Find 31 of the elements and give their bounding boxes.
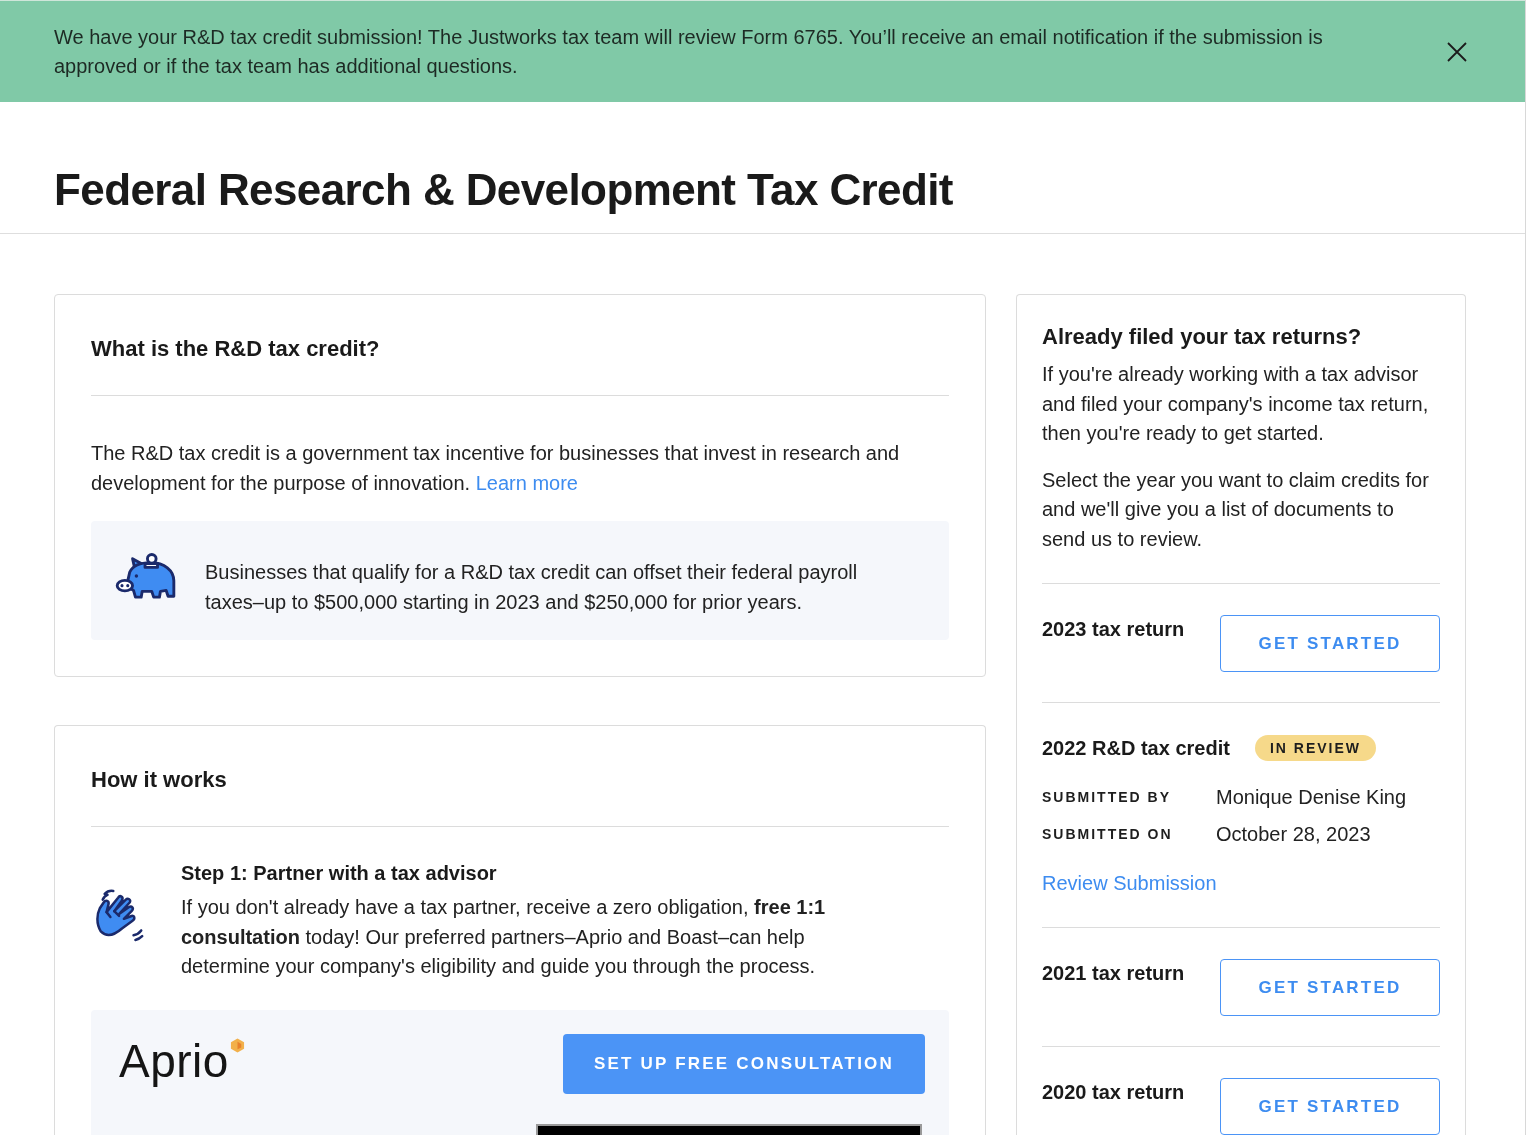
step-title: Step 1: Partner with a tax advisor <box>181 861 498 886</box>
get-started-button[interactable]: GET STARTED <box>1220 959 1440 1016</box>
card-title: What is the R&D tax credit? <box>91 335 381 363</box>
detail-label: SUBMITTED ON <box>1042 826 1174 842</box>
instruction-text: Select the year you want to claim credits for and we'll give you a list of documents to send us to review. <box>1042 467 1430 552</box>
year-title: 2020 tax return <box>1042 1080 1185 1105</box>
detail-value: October 28, 2023 <box>1216 822 1372 847</box>
year-title: 2022 R&D tax credit <box>1042 736 1230 761</box>
free-consultation-button[interactable]: SET UP FREE CONSULTATION <box>563 1033 925 1094</box>
description-text: The R&D tax credit is a government tax incentive for businesses that invest in research and development for the purpose of innovation. Learn more <box>91 441 901 496</box>
partner-logo-text: Aprio <box>119 1035 229 1086</box>
year-title: 2021 tax return <box>1042 961 1185 986</box>
detail-value: Monique Denise King <box>1216 785 1408 810</box>
card-title: How it works <box>91 766 228 794</box>
detail-label: SUBMITTED BY <box>1042 789 1172 805</box>
callout-text: Businesses that qualify for a R&D tax credit can offset their federal payroll taxes–up to $500,000 starting in 2023 and $250,000 for prior years. <box>205 560 859 615</box>
card-title: Already filed your tax returns? <box>1042 323 1363 351</box>
get-started-button[interactable]: GET STARTED <box>1220 615 1440 672</box>
close-icon <box>1447 41 1467 62</box>
piggy-bank-icon <box>115 553 177 601</box>
close-button[interactable] <box>1447 41 1467 62</box>
learn-more-link[interactable]: Learn more <box>475 472 578 494</box>
review-submission-link[interactable]: Review Submission <box>1042 869 1217 897</box>
status-badge: IN REVIEW <box>1254 735 1376 761</box>
hexagon-logo-icon <box>229 1037 245 1053</box>
page-title: Federal Research & Development Tax Credit <box>54 163 953 216</box>
step-description: If you don't already have a tax partner, receive a zero obligation, free 1:1 consultation today! Our preferred partners–Aprio and Boast–can help determine your company's eligibility and guide you through the process. <box>181 895 827 979</box>
year-title: 2023 tax return <box>1042 617 1185 642</box>
get-started-button[interactable]: GET STARTED <box>1220 1078 1440 1135</box>
banner-message: We have your R&D tax credit submission! The Justworks tax team will review Form 6765. You’ll receive an email notification if the submission is approved or if the tax team has additional questions. <box>54 24 1324 79</box>
instruction-text: If you're already working with a tax advisor and filed your company's income tax return, then you're ready to get started. <box>1042 362 1430 446</box>
